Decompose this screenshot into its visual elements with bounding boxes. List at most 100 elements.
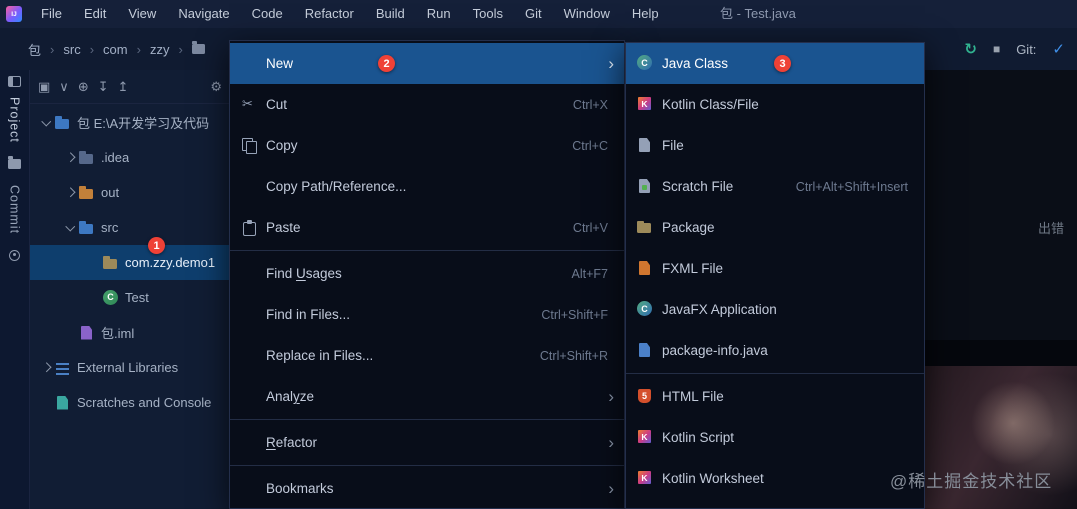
menu-icon-empty: [240, 178, 260, 195]
tree-item-包-iml[interactable]: 包.iml: [30, 315, 230, 350]
tree-item-test[interactable]: Test: [30, 280, 230, 315]
chevron-down-icon[interactable]: [62, 221, 78, 231]
step-badge: 2: [378, 55, 395, 72]
menu-item-paste[interactable]: Paste Ctrl+V: [230, 207, 624, 248]
tree-item-out[interactable]: out: [30, 175, 230, 210]
menu-separator: [230, 419, 624, 420]
settings-icon[interactable]: ⚙: [210, 80, 222, 93]
tool-window-stripe: Project Commit: [0, 70, 30, 509]
breadcrumb: 包 › src › com › zzy ›: [28, 28, 205, 70]
submenu-item-html-file[interactable]: HTML File: [626, 376, 924, 417]
menu-item-find-usages[interactable]: Find Usages Alt+F7: [230, 253, 624, 294]
kotlin-worksheet-icon: [636, 470, 656, 487]
panel-icon[interactable]: ▣: [38, 80, 50, 93]
project-tool-window-icon[interactable]: [8, 76, 21, 87]
titlebar: IJ File Edit View Navigate Code Refactor Build…: [0, 0, 1077, 28]
menu-item-refactor[interactable]: Refactor ›: [230, 422, 624, 463]
background-partial-text: 出错: [1038, 221, 1065, 236]
collapse-all-icon[interactable]: ↧: [98, 80, 109, 93]
submenu-item-package-info-java[interactable]: package-info.java: [626, 330, 924, 371]
menubar-item-refactor[interactable]: Refactor: [294, 0, 365, 28]
menu-item-new[interactable]: New 2 ›: [230, 43, 624, 84]
project-panel: ▣ ∨ ⊕ ↧ ↥ ⚙ 包 E:\A开发学习及代码 .idea out src com.zzy.d…: [30, 70, 230, 509]
submenu-item-kotlin-script[interactable]: Kotlin Script: [626, 417, 924, 458]
submenu-item-kotlin-class-file[interactable]: Kotlin Class/File: [626, 84, 924, 125]
chevron-down-icon[interactable]: [38, 116, 54, 126]
menu-item-bookmarks[interactable]: Bookmarks ›: [230, 468, 624, 509]
html-icon: [636, 388, 656, 405]
menubar-item-build[interactable]: Build: [365, 0, 416, 28]
chevron-right-icon[interactable]: [38, 362, 54, 373]
breadcrumb-item-包[interactable]: 包: [28, 40, 41, 59]
menubar-item-edit[interactable]: Edit: [73, 0, 117, 28]
chevron-right-icon[interactable]: [62, 152, 78, 163]
tree-item-src[interactable]: src: [30, 210, 230, 245]
tree-item-包-e-a开发学习及代码[interactable]: 包 E:\A开发学习及代码: [30, 105, 230, 140]
locate-icon[interactable]: ⊕: [78, 80, 89, 93]
background-band: [925, 340, 1077, 366]
menu-item-cut[interactable]: CutCtrl+X: [230, 84, 624, 125]
toolbar-right: ↻ ■ Git: ✓: [964, 28, 1065, 70]
fxml-icon: [636, 260, 656, 277]
menu-icon-empty: [240, 306, 260, 323]
folder-icon: [191, 41, 205, 54]
folder-icon[interactable]: [8, 155, 21, 169]
menu-item-copy-path-reference[interactable]: Copy Path/Reference...: [230, 166, 624, 207]
breadcrumb-separator: ›: [50, 41, 55, 57]
menubar-item-navigate[interactable]: Navigate: [167, 0, 240, 28]
tree-item-external-libraries[interactable]: External Libraries: [30, 350, 230, 385]
menubar-item-file[interactable]: File: [30, 0, 73, 28]
menubar-item-tools[interactable]: Tools: [462, 0, 514, 28]
chevron-right-icon[interactable]: [62, 187, 78, 198]
tree-item-scratches-and-console[interactable]: Scratches and Console: [30, 385, 230, 420]
breadcrumb-item-zzy[interactable]: zzy: [150, 42, 170, 57]
scratch-icon: [636, 178, 656, 195]
update-project-icon[interactable]: ✓: [1052, 42, 1065, 57]
app-logo-icon: IJ: [6, 6, 22, 22]
chevron-down-icon[interactable]: ∨: [59, 80, 69, 93]
breadcrumb-item-src[interactable]: src: [63, 42, 80, 57]
titlebar-menus: File Edit View Navigate Code Refactor Build Run…: [30, 0, 670, 28]
menu-item-find-in-files[interactable]: Find in Files... Ctrl+Shift+F: [230, 294, 624, 335]
submenu-item-package[interactable]: Package: [626, 207, 924, 248]
menu-item-copy[interactable]: Copy Ctrl+C: [230, 125, 624, 166]
step-badge: 3: [774, 55, 791, 72]
submenu-item-java-class[interactable]: Java Class3: [626, 43, 924, 84]
scratches-icon: [54, 395, 72, 411]
submenu-item-kotlin-worksheet[interactable]: Kotlin Worksheet: [626, 458, 924, 499]
kotlin-icon: [636, 96, 656, 113]
menu-icon-empty: [240, 55, 260, 72]
file-icon: [636, 137, 656, 154]
step-badge: 1: [148, 237, 165, 254]
submenu-item-scratch-file[interactable]: Scratch File Ctrl+Alt+Shift+Insert: [626, 166, 924, 207]
stop-icon[interactable]: ■: [993, 43, 1000, 55]
menu-item-replace-in-files[interactable]: Replace in Files... Ctrl+Shift+R: [230, 335, 624, 376]
folder-source-icon: [78, 220, 96, 236]
menu-item-analyze[interactable]: Analyze ›: [230, 376, 624, 417]
expand-all-icon[interactable]: ↥: [118, 80, 129, 93]
javafx-icon: [636, 301, 656, 318]
tree-item-idea[interactable]: .idea: [30, 140, 230, 175]
paste-icon: [240, 219, 260, 236]
menubar-item-git[interactable]: Git: [514, 0, 553, 28]
submenu-item-file[interactable]: File: [626, 125, 924, 166]
submenu-item-javafx-application[interactable]: JavaFX Application: [626, 289, 924, 330]
stripe-commit-button[interactable]: Commit: [8, 185, 22, 234]
structure-icon[interactable]: [9, 249, 20, 261]
menubar-item-view[interactable]: View: [117, 0, 167, 28]
menubar-item-window[interactable]: Window: [553, 0, 621, 28]
breadcrumb-separator: ›: [178, 41, 183, 57]
window-title: 包 - Test.java: [720, 6, 796, 21]
menubar-item-code[interactable]: Code: [241, 0, 294, 28]
submenu-item-fxml-file[interactable]: FXML File: [626, 248, 924, 289]
breadcrumb-separator: ›: [136, 41, 141, 57]
menubar-item-run[interactable]: Run: [416, 0, 462, 28]
menu-separator: [230, 250, 624, 251]
stripe-project-button[interactable]: Project: [8, 97, 22, 143]
new-submenu: Java Class3Kotlin Class/FileFileScratch …: [625, 42, 925, 509]
breadcrumb-item-com[interactable]: com: [103, 42, 128, 57]
menu-icon-empty: [240, 480, 260, 497]
menubar-item-help[interactable]: Help: [621, 0, 670, 28]
tree-item-com-zzy-demo1[interactable]: com.zzy.demo1 1: [30, 237, 230, 280]
rerun-icon[interactable]: ↻: [964, 42, 977, 57]
